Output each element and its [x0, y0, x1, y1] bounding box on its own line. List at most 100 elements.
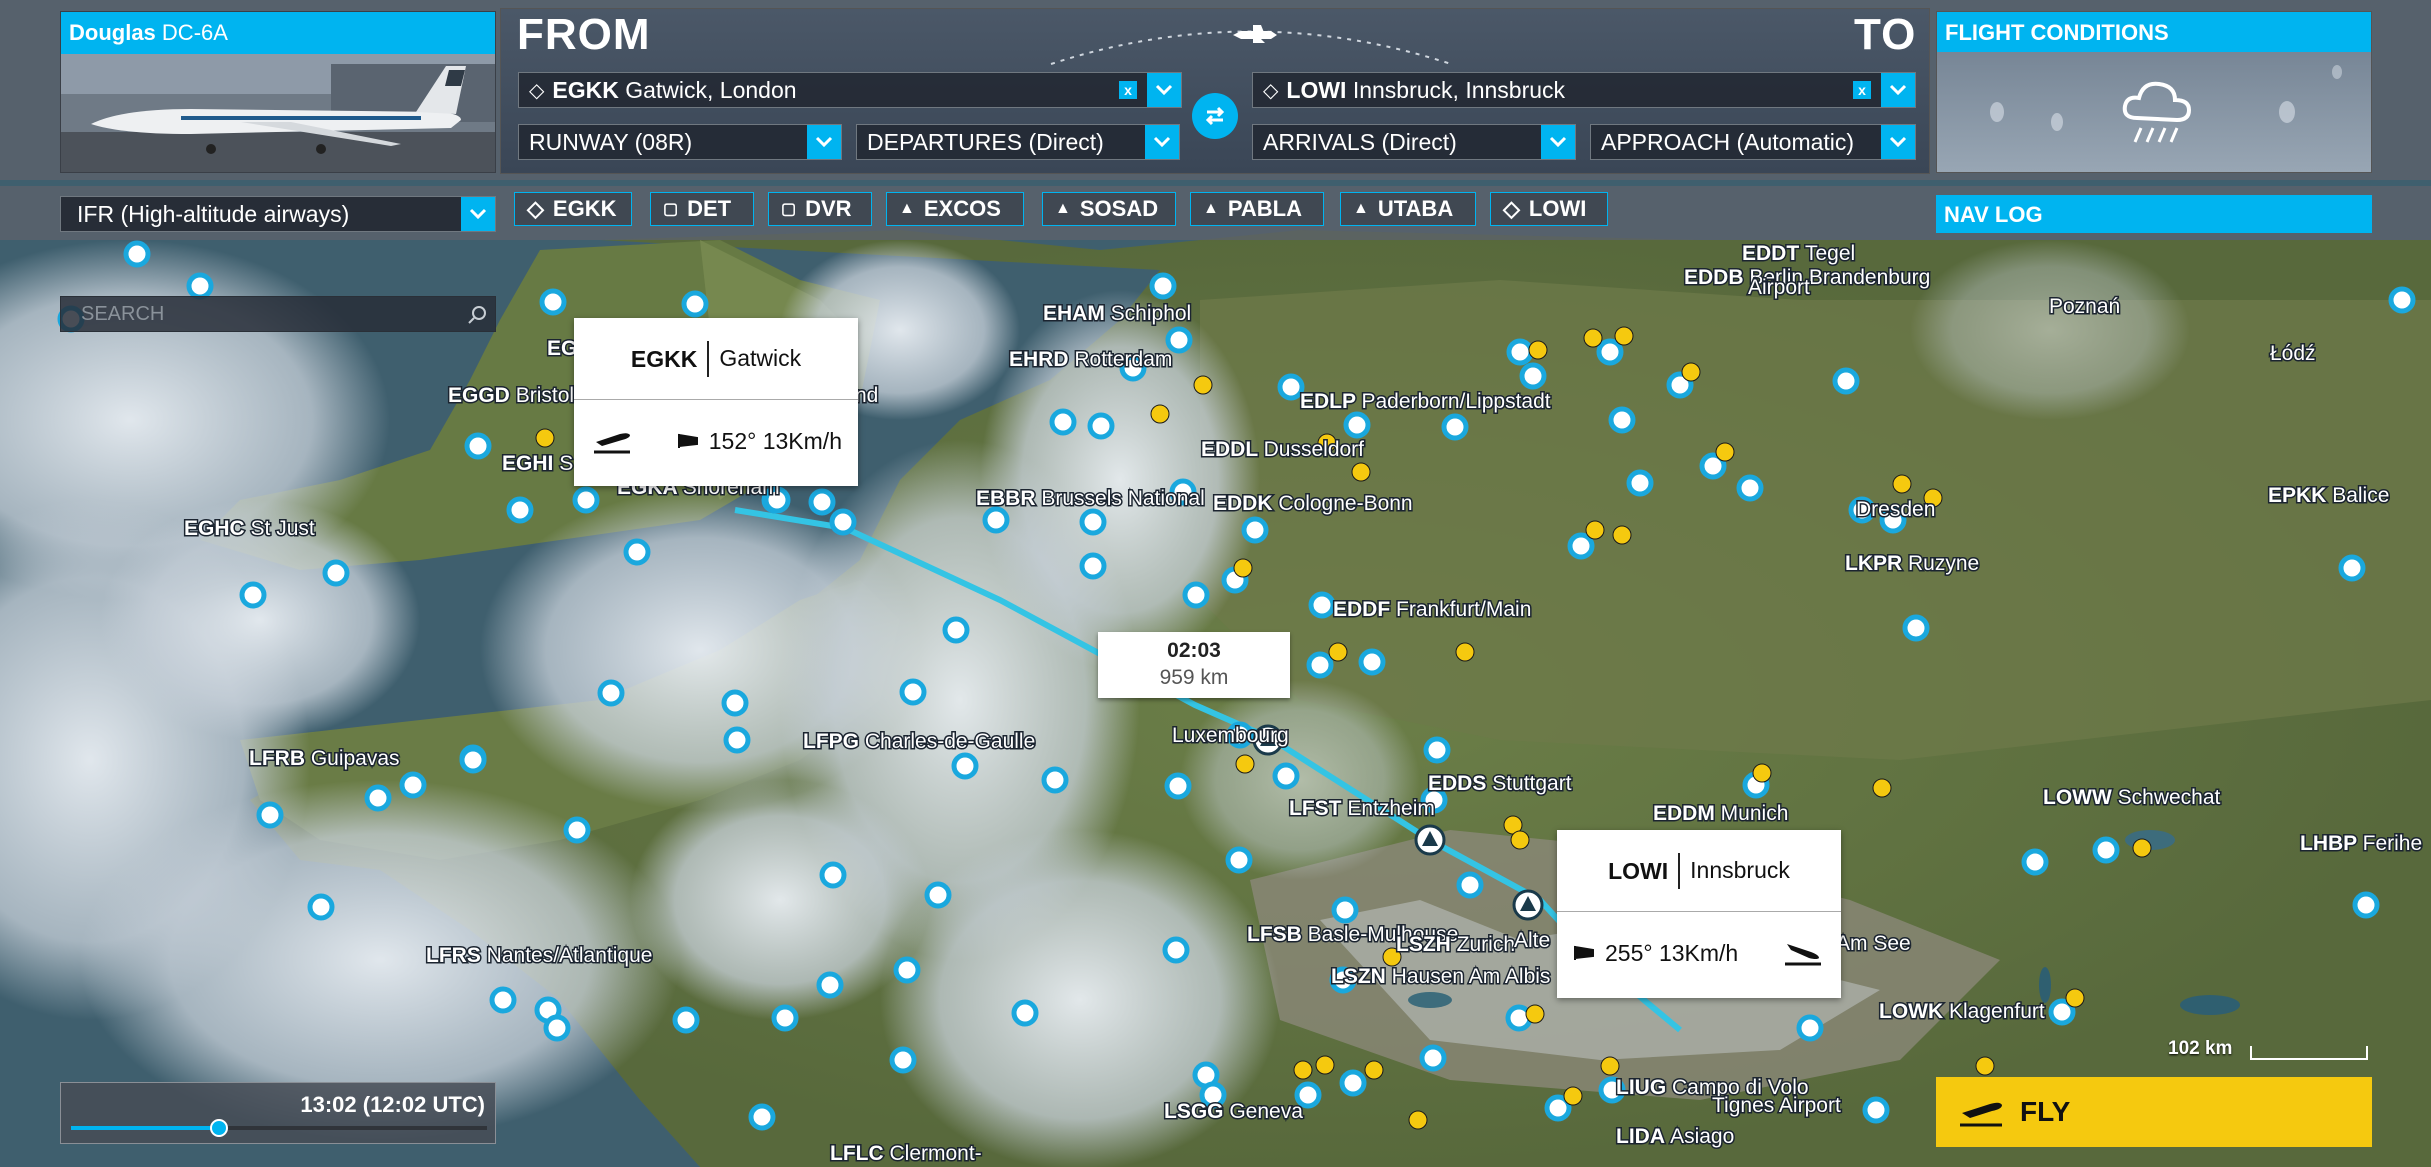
map-label: Łódź [2270, 342, 2316, 365]
map-label: LSGG Geneva [1164, 1100, 1303, 1123]
airport-diamond-icon: ◇ [1503, 196, 1520, 221]
flight-plan-type-label: IFR (High-altitude airways) [77, 200, 350, 227]
aircraft-image [61, 54, 495, 172]
map-label: LKPR Ruzyne [1845, 552, 1979, 575]
time-of-day-slider[interactable]: 13:02 (12:02 UTC) [60, 1082, 496, 1144]
clear-arrival-button[interactable]: x [1853, 81, 1871, 99]
waypoint-utaba[interactable]: ▲ UTABA [1340, 192, 1476, 226]
arrival-airport-field[interactable]: ◇ LOWI Innsbruck, Innsbruck x [1252, 72, 1916, 108]
arrivals-select[interactable]: ARRIVALS (Direct) [1252, 124, 1576, 160]
runway-select[interactable]: RUNWAY (08R) [518, 124, 842, 160]
map-label: EG [547, 337, 577, 360]
chevron-down-icon[interactable] [1147, 73, 1181, 107]
chevron-down-icon[interactable] [807, 125, 841, 159]
flight-summary-box: 02:03 959 km [1098, 632, 1290, 698]
departure-card-name: Gatwick [719, 345, 802, 371]
flight-conditions-panel[interactable]: FLIGHT CONDITIONS [1936, 11, 2372, 173]
map-label: Airport [1748, 276, 1810, 299]
time-slider-track[interactable] [71, 1119, 487, 1137]
map-label: Tignes Airport [1712, 1094, 1841, 1117]
approach-label: APPROACH (Automatic) [1601, 128, 1855, 155]
waypoint-pabla[interactable]: ▲ PABLA [1190, 192, 1324, 226]
map-label: Alte [1514, 929, 1550, 952]
arrival-name: Innsbruck, Innsbruck [1352, 76, 1566, 103]
airport-diamond-icon: ◇ [1263, 79, 1279, 102]
map-label: LFST Entzheim [1289, 797, 1435, 820]
waypoint-sosad[interactable]: ▲ SOSAD [1042, 192, 1176, 226]
flight-plan-type-select[interactable]: IFR (High-altitude airways) [60, 196, 496, 232]
map-label: Luxembourg [1172, 724, 1289, 747]
map-label: EDLP Paderborn/Lippstadt [1300, 390, 1551, 413]
departure-wind: 152° 13Km/h [708, 427, 842, 454]
rain-drops-decoration [1990, 65, 2342, 131]
waypoint-egkk[interactable]: ◇ EGKK [514, 192, 632, 226]
map-label: Am See [1836, 932, 1911, 955]
route-arc-decoration [1050, 25, 1452, 65]
airport-diamond-icon: ◇ [527, 196, 544, 221]
aircraft-model: DC-6A [161, 20, 228, 45]
departure-airport-card[interactable]: EGKK Gatwick 152° 13Km/h [574, 318, 858, 486]
swap-airports-button[interactable] [1192, 93, 1238, 139]
airport-diamond-icon: ◇ [529, 79, 545, 102]
flight-conditions-title: FLIGHT CONDITIONS [1937, 12, 2371, 52]
search-input[interactable]: SEARCH [60, 296, 496, 332]
chevron-down-icon[interactable] [1541, 125, 1575, 159]
landing-icon [1785, 944, 1821, 966]
map-label: Dresden [1856, 498, 1935, 521]
map-label: EHAM Schiphol [1043, 302, 1191, 325]
chevron-down-icon[interactable] [1881, 73, 1915, 107]
waypoint-lowi[interactable]: ◇ LOWI [1490, 192, 1608, 226]
map-label: LSZN Hausen Am Albis [1331, 965, 1550, 988]
waypoint-det[interactable]: ▢ DET [650, 192, 754, 226]
arrival-wind: 255° 13Km/h [1605, 939, 1739, 966]
arrival-card-code: LOWI [1608, 852, 1681, 889]
map-label: Poznań [2049, 295, 2120, 318]
map-label: EDDL Dusseldorf [1201, 438, 1364, 461]
arrivals-label: ARRIVALS (Direct) [1263, 128, 1457, 155]
waypoint-excos[interactable]: ▲ EXCOS [886, 192, 1024, 226]
departure-airport-field[interactable]: ◇ EGKK Gatwick, London x [518, 72, 1182, 108]
departure-name: Gatwick, London [625, 76, 797, 103]
map-label: LIDA Asiago [1616, 1125, 1734, 1148]
search-placeholder: SEARCH [81, 302, 165, 325]
time-of-day-label: 13:02 (12:02 UTC) [300, 1092, 485, 1117]
map-label: LOWW Schwechat [2043, 786, 2221, 809]
waypoint-label: UTABA [1377, 196, 1454, 221]
map-label: EGHI S [502, 452, 573, 475]
to-title: TO [1854, 10, 1917, 59]
map-label: EGGD Bristol [448, 384, 574, 407]
waypoint-label: PABLA [1227, 196, 1302, 221]
departure-card-code: EGKK [631, 340, 710, 377]
departures-select[interactable]: DEPARTURES (Direct) [856, 124, 1180, 160]
map-label: LFRB Guipavas [249, 747, 400, 770]
chevron-down-icon[interactable] [461, 197, 495, 231]
intersection-triangle-icon: ▲ [1055, 200, 1071, 217]
map-label: EDDF Frankfurt/Main [1333, 598, 1531, 621]
map-label: EDDS Stuttgart [1428, 772, 1572, 795]
arrival-airport-card[interactable]: LOWI Innsbruck 255° 13Km/h [1557, 830, 1841, 998]
chevron-down-icon[interactable] [1145, 125, 1179, 159]
flight-distance: 959 km [1159, 666, 1229, 689]
waypoint-dvr[interactable]: ▢ DVR [768, 192, 872, 226]
map-label: LOWK Klagenfurt [1879, 1000, 2045, 1023]
runway-label: RUNWAY (08R) [529, 128, 693, 155]
departures-label: DEPARTURES (Direct) [867, 128, 1104, 155]
departure-code: EGKK [552, 76, 619, 103]
waypoint-label: DET [687, 196, 732, 221]
nav-log-button[interactable]: NAV LOG [1936, 195, 2372, 233]
vor-square-icon: ▢ [663, 201, 679, 218]
fly-label: FLY [2020, 1096, 2071, 1127]
time-slider-handle[interactable] [209, 1119, 228, 1137]
search-icon [468, 306, 486, 324]
map-label: EGHC St Just [184, 517, 315, 540]
waypoint-label: DVR [805, 196, 852, 221]
fly-button[interactable]: FLY [1936, 1077, 2372, 1147]
waypoint-label: EXCOS [923, 196, 1001, 221]
vor-square-icon: ▢ [781, 201, 797, 218]
intersection-triangle-icon: ▲ [899, 200, 915, 217]
chevron-down-icon[interactable] [1881, 125, 1915, 159]
clear-departure-button[interactable]: x [1119, 81, 1137, 99]
map-label: LFPG Charles-de-Gaulle [803, 730, 1035, 753]
aircraft-selector-card[interactable]: Douglas DC-6A [60, 11, 496, 173]
approach-select[interactable]: APPROACH (Automatic) [1590, 124, 1916, 160]
